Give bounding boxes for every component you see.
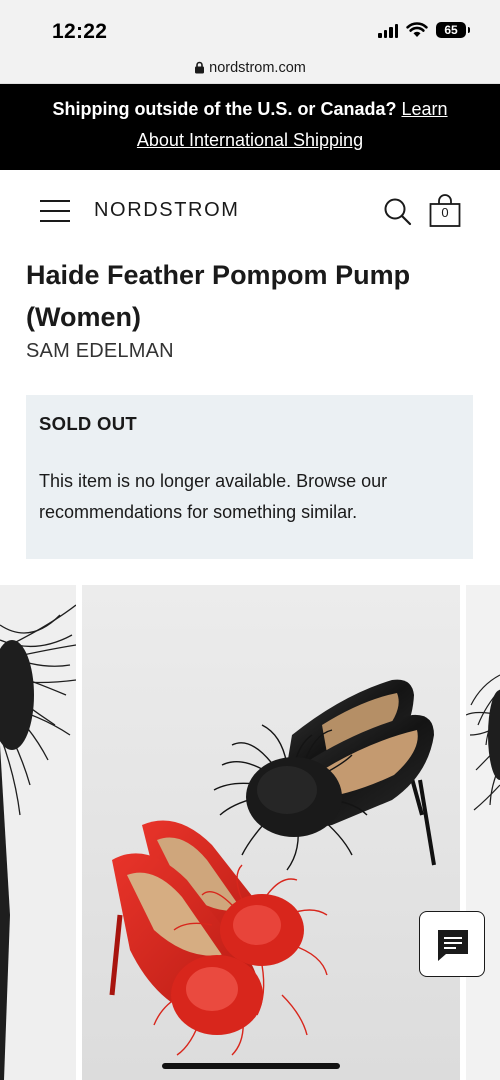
site-header: NORDSTROM 0 xyxy=(0,170,500,252)
product-image-carousel[interactable] xyxy=(0,585,500,1080)
shopping-bag-button[interactable]: 0 xyxy=(426,192,464,230)
address-bar[interactable]: nordstrom.com xyxy=(0,52,500,84)
hamburger-menu-icon[interactable] xyxy=(40,198,70,224)
shipping-banner: Shipping outside of the U.S. or Canada? … xyxy=(0,84,500,170)
sold-out-heading: SOLD OUT xyxy=(39,413,137,434)
sold-out-message: This item is no longer available. Browse… xyxy=(39,471,388,522)
feather-pompom-pumps-image xyxy=(82,585,460,1080)
status-time: 12:22 xyxy=(52,20,108,43)
status-icons: 65 xyxy=(378,22,470,38)
nordstrom-logo[interactable]: NORDSTROM xyxy=(94,199,240,222)
chat-icon xyxy=(438,930,468,961)
battery-icon: 65 xyxy=(436,22,470,38)
search-button[interactable] xyxy=(382,196,416,230)
brand-name[interactable]: SAM EDELMAN xyxy=(26,340,174,363)
black-feather-image xyxy=(0,604,76,1080)
product-title: Haide Feather Pompom Pump (Women) xyxy=(26,260,411,332)
next-product-image[interactable] xyxy=(466,585,500,1080)
lock-icon xyxy=(195,61,205,74)
home-indicator[interactable] xyxy=(162,1063,340,1069)
cellular-signal-icon xyxy=(378,22,398,38)
search-icon xyxy=(384,198,412,226)
wifi-icon xyxy=(406,22,428,37)
main-product-image[interactable] xyxy=(82,585,460,1080)
url-text: nordstrom.com xyxy=(209,59,306,76)
chat-button[interactable] xyxy=(419,911,485,977)
bag-count: 0 xyxy=(441,205,449,220)
sold-out-notice: SOLD OUT This item is no longer availabl… xyxy=(26,395,473,559)
shipping-banner-text: Shipping outside of the U.S. or Canada? xyxy=(52,99,397,119)
previous-product-image[interactable] xyxy=(0,585,76,1080)
status-bar: 12:22 65 xyxy=(0,0,500,52)
black-feather-image-next xyxy=(466,674,500,811)
